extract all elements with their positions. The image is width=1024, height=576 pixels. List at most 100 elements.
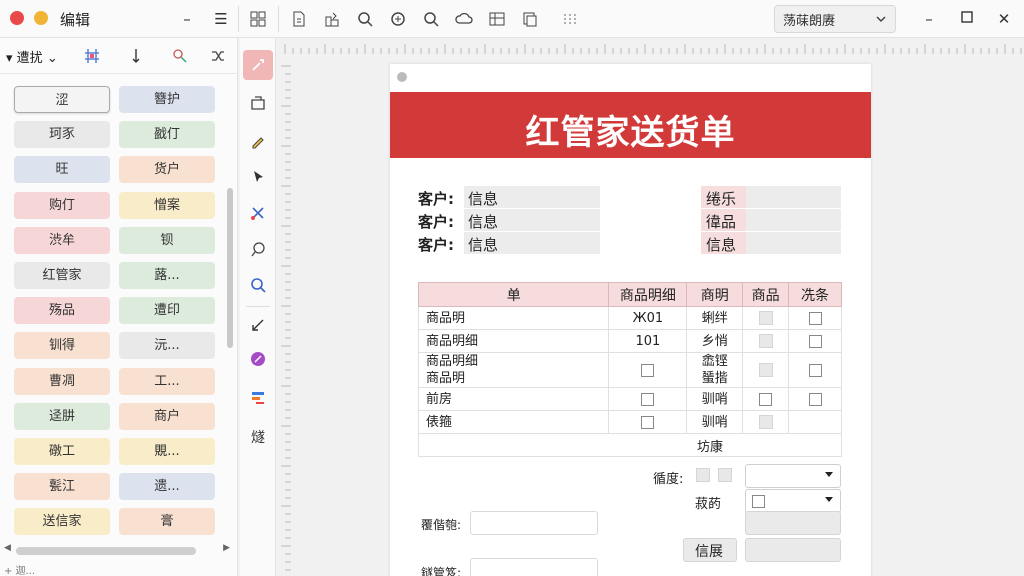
table-cell[interactable]: 乡悄 — [686, 329, 744, 353]
component-chip[interactable]: 迳肼 — [14, 402, 110, 430]
table-cell[interactable]: Ж01 — [608, 306, 688, 330]
more-dots-icon[interactable] — [560, 9, 580, 29]
table-cell[interactable]: 驯哨 — [686, 387, 744, 411]
table-row[interactable]: 商品明细 101 乡悄 — [417, 329, 842, 353]
table-cell[interactable] — [788, 387, 842, 411]
table-cell[interactable]: 蜊绊 — [686, 306, 744, 330]
note-field[interactable] — [745, 511, 841, 535]
window-close-button[interactable]: ✕ — [993, 8, 1015, 30]
checkbox[interactable] — [808, 334, 822, 348]
component-chip[interactable]: 商户 — [119, 402, 215, 430]
component-chip[interactable]: 蕗... — [119, 262, 215, 289]
table-cell[interactable] — [742, 410, 790, 434]
text-tool-icon[interactable]: 燧 — [243, 422, 273, 452]
minimize-window-icon[interactable] — [34, 11, 48, 25]
new-page-icon[interactable] — [289, 9, 309, 29]
component-chip[interactable]: 货户 — [119, 156, 215, 184]
right-field-value[interactable] — [746, 186, 841, 208]
image-placeholder[interactable] — [758, 334, 773, 348]
component-chip[interactable]: 簪护 — [119, 86, 215, 113]
component-chip[interactable]: 遭印 — [119, 297, 215, 325]
table-cell[interactable]: 商品明 — [417, 306, 610, 330]
image-placeholder[interactable] — [758, 415, 773, 429]
layers-tool-icon[interactable] — [243, 382, 273, 412]
checkbox[interactable] — [641, 392, 655, 406]
component-chip[interactable]: 涩 — [14, 86, 110, 113]
component-chip[interactable]: 钏得 — [14, 332, 110, 360]
line-tool-icon[interactable] — [243, 310, 273, 340]
table-cell[interactable]: 商品明细 — [417, 329, 610, 353]
component-chip[interactable]: 覞... — [119, 438, 215, 465]
search-icon[interactable] — [355, 9, 375, 29]
summary-swatch[interactable] — [718, 468, 732, 482]
refresh-search-icon[interactable] — [388, 9, 408, 29]
table-row[interactable]: 前房 驯哨 — [417, 387, 842, 411]
table-cell[interactable]: 前房 — [417, 387, 610, 411]
component-chip[interactable]: 曹凋 — [14, 367, 110, 395]
component-chip[interactable]: 红管家 — [14, 262, 110, 289]
table-cell[interactable]: 驯哨 — [686, 410, 744, 434]
align-icon[interactable] — [82, 46, 102, 66]
table-cell[interactable]: 嵞铿 蜑揩 — [686, 352, 744, 388]
window-maximize-button[interactable] — [956, 8, 978, 30]
color-tool-icon[interactable] — [243, 344, 273, 374]
checkbox[interactable] — [641, 415, 655, 429]
table-cell[interactable] — [788, 329, 842, 353]
node-tool-icon[interactable] — [243, 198, 273, 228]
checkbox[interactable] — [641, 363, 655, 377]
panel-tab[interactable]: ▾ 遭扰 ⌄ — [6, 47, 58, 66]
info-field[interactable] — [745, 538, 841, 562]
close-window-icon[interactable] — [10, 11, 24, 25]
table-cell[interactable]: 商品明细 商品明 — [417, 352, 610, 388]
right-field-value[interactable] — [746, 232, 841, 254]
cloud-icon[interactable] — [454, 9, 474, 29]
transform-icon[interactable] — [170, 46, 190, 66]
export-icon[interactable] — [322, 9, 342, 29]
right-field-value[interactable] — [746, 209, 841, 231]
table-row[interactable]: 商品明 Ж01 蜊绊 — [417, 306, 842, 330]
checkbox[interactable] — [759, 392, 773, 406]
component-chip[interactable]: 渋牟 — [14, 226, 110, 254]
component-chip[interactable]: 殇品 — [14, 297, 110, 325]
table-cell[interactable]: 俵箍 — [417, 410, 610, 434]
table-cell[interactable] — [742, 352, 790, 388]
component-chip[interactable]: 旺 — [14, 156, 110, 184]
summary-dropdown[interactable] — [745, 464, 841, 488]
image-placeholder[interactable] — [758, 311, 773, 325]
grid-icon[interactable] — [487, 9, 507, 29]
signature-field[interactable] — [470, 511, 598, 535]
checkbox[interactable] — [808, 392, 822, 406]
table-row[interactable]: 俵箍 驯哨 — [417, 410, 842, 434]
copy-icon[interactable] — [520, 9, 540, 29]
component-chip[interactable]: 遗... — [119, 473, 215, 501]
table-cell[interactable] — [742, 306, 790, 330]
goods-table[interactable]: 单 商品明细 商明 商品 冼条 商品明 Ж01 蜊绊 商品明细 101 乡悄 商品明细 商品… — [417, 282, 842, 457]
sort-icon[interactable] — [126, 46, 146, 66]
table-cell[interactable] — [608, 387, 688, 411]
pointer-tool-icon[interactable] — [243, 50, 273, 80]
panel-horizontal-scrollbar[interactable]: ◀ ▶ — [4, 543, 230, 558]
component-chip[interactable]: 戤仃 — [119, 121, 215, 149]
lasso-tool-icon[interactable] — [243, 234, 273, 264]
table-cell[interactable] — [608, 410, 688, 434]
component-chip[interactable]: 憎案 — [119, 191, 215, 219]
document-page[interactable]: 红管家送货单 客户: 信息 客户: 信息 客户: 信息 绻乐 徫品 信息 单 商… — [390, 64, 871, 576]
design-canvas[interactable]: 红管家送货单 客户: 信息 客户: 信息 客户: 信息 绻乐 徫品 信息 单 商… — [277, 38, 1024, 576]
shuffle-icon[interactable] — [208, 46, 228, 66]
table-cell[interactable] — [788, 306, 842, 330]
pen-tool-icon[interactable] — [243, 126, 273, 156]
window-minimize-button[interactable]: – — [918, 8, 940, 30]
checkbox[interactable] — [808, 311, 822, 325]
table-cell[interactable] — [788, 410, 842, 434]
component-chip[interactable]: 礅工 — [14, 438, 110, 465]
panel-vertical-scrollbar[interactable] — [226, 78, 234, 576]
component-chip[interactable]: 钡 — [119, 226, 215, 254]
signature2-field[interactable] — [470, 558, 598, 576]
component-chip[interactable]: 珂豕 — [14, 121, 110, 149]
table-cell[interactable] — [788, 352, 842, 388]
view-select[interactable]: 荡菋朗赓 — [774, 5, 896, 33]
table-row[interactable]: 商品明细 商品明 嵞铿 蜑揩 — [417, 352, 842, 388]
checkbox[interactable] — [808, 363, 822, 377]
summary-swatch[interactable] — [696, 468, 710, 482]
menu-icon[interactable]: ☰ — [210, 8, 232, 30]
